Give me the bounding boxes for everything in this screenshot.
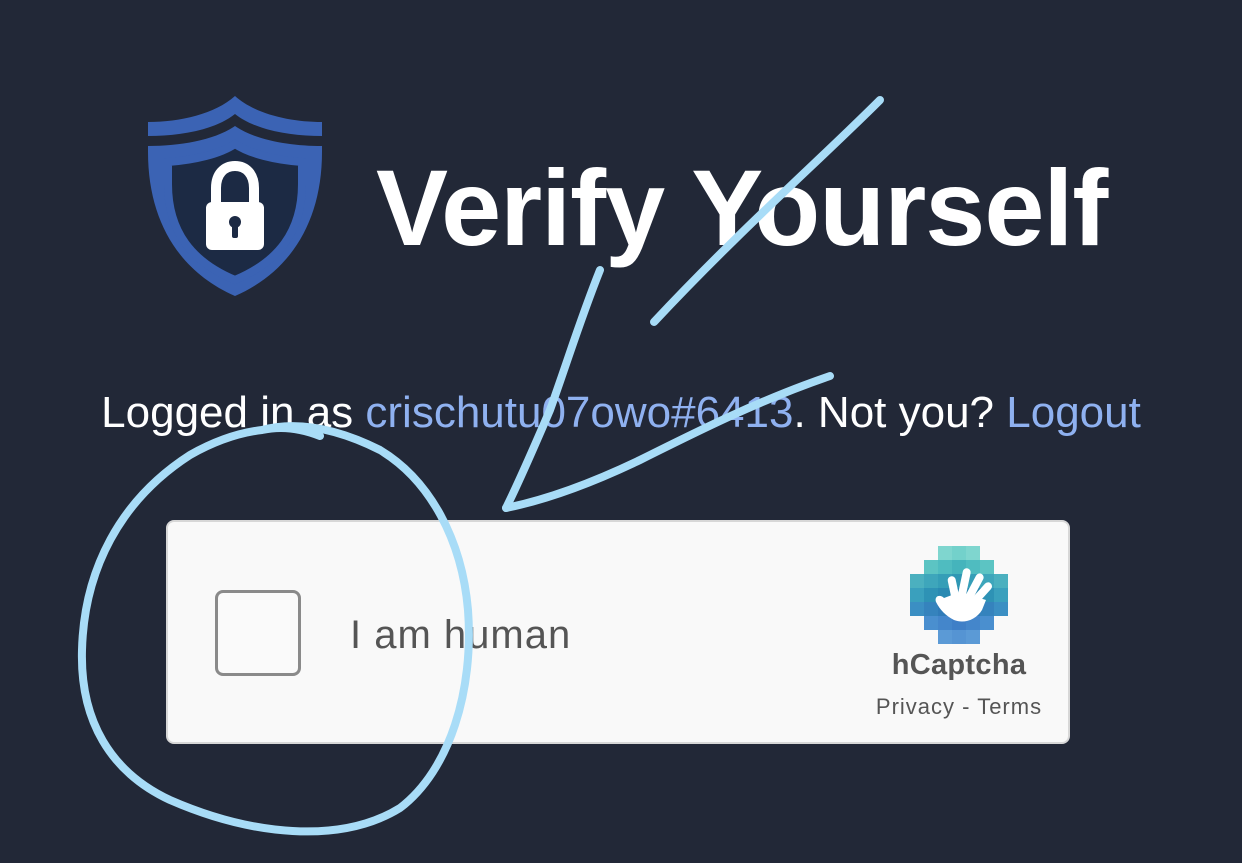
hcaptcha-brand: hCaptcha (891, 649, 1027, 681)
captcha-checkbox[interactable] (215, 590, 301, 676)
shield-lock-icon (148, 96, 322, 296)
login-prefix: Logged in as (101, 388, 366, 437)
header: Verify Yourself (140, 92, 1140, 312)
captcha-footer-links: Privacy - Terms (848, 694, 1070, 720)
username-link[interactable]: crischutu07owo#6413 (365, 388, 793, 437)
verify-page: Verify Yourself Logged in as crischutu07… (0, 0, 1242, 863)
links-separator: - (955, 694, 978, 719)
login-middle: . Not you? (793, 388, 1007, 437)
logout-link[interactable]: Logout (1006, 388, 1141, 437)
page-title: Verify Yourself (376, 147, 1108, 268)
hcaptcha-hand-icon (910, 546, 1008, 644)
hcaptcha-widget: I am human hCaptcha Privacy - Terms (166, 520, 1070, 744)
login-status: Logged in as crischutu07owo#6413. Not yo… (0, 385, 1242, 441)
terms-link[interactable]: Terms (977, 694, 1042, 719)
captcha-label: I am human (350, 613, 572, 657)
privacy-link[interactable]: Privacy (876, 694, 955, 719)
